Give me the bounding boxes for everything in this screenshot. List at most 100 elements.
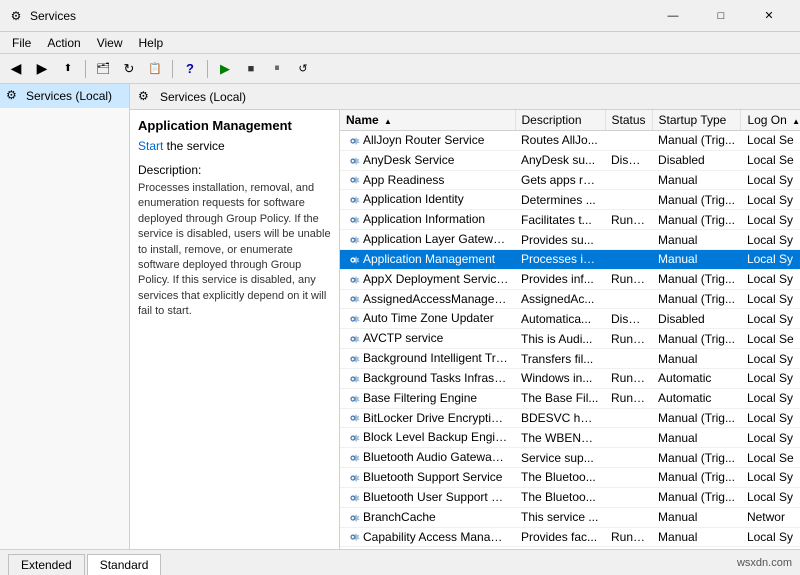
table-row[interactable]: BitLocker Drive Encryption ...BDESVC hos… <box>340 408 800 428</box>
table-row[interactable]: App ReadinessGets apps re...ManualLocal … <box>340 170 800 190</box>
cell-description: Provides inf... <box>515 269 605 289</box>
cell-status: Running <box>605 329 652 349</box>
cell-service-name: Bluetooth Audio Gateway S... <box>340 448 515 468</box>
table-row[interactable]: BranchCacheThis service ...ManualNetwor <box>340 507 800 527</box>
cell-status <box>605 349 652 369</box>
table-row[interactable]: AllJoyn Router ServiceRoutes AllJo...Man… <box>340 131 800 151</box>
cell-startup-type: Manual <box>652 170 741 190</box>
window-icon: ⚙ <box>8 8 24 24</box>
cell-description: Determines ... <box>515 190 605 210</box>
table-row[interactable]: Bluetooth Audio Gateway S...Service sup.… <box>340 448 800 468</box>
back-button[interactable]: ◀ <box>4 58 28 80</box>
cell-logon: Networ <box>741 507 800 527</box>
table-row[interactable]: Background Intelligent Tran...Transfers … <box>340 349 800 369</box>
table-row[interactable]: AssignedAccessManager Se...AssignedAc...… <box>340 289 800 309</box>
table-row[interactable]: Base Filtering EngineThe Base Fil...Runn… <box>340 388 800 408</box>
toolbar-separator-2 <box>172 60 173 78</box>
cell-service-name: Auto Time Zone Updater <box>340 309 515 329</box>
cell-startup-type: Manual <box>652 428 741 448</box>
cell-service-name: Application Layer Gateway ... <box>340 230 515 250</box>
cell-logon: Local Sy <box>741 487 800 507</box>
col-header-logon[interactable]: Log On ▲ <box>741 110 800 131</box>
cell-service-name: App Readiness <box>340 170 515 190</box>
nav-item-services-local[interactable]: ⚙ Services (Local) <box>0 84 129 108</box>
menu-view[interactable]: View <box>89 34 131 52</box>
show-hide-button[interactable]: 🗂 <box>91 58 115 80</box>
cell-service-name: AllJoyn Router Service <box>340 131 515 151</box>
cell-logon: Local Sy <box>741 368 800 388</box>
nav-panel: ⚙ Services (Local) <box>0 84 130 549</box>
cell-logon: Local Sy <box>741 428 800 448</box>
cell-startup-type: Automatic <box>652 368 741 388</box>
cell-startup-type: Manual (Trig... <box>652 408 741 428</box>
col-name-label: Name <box>346 113 379 127</box>
restart-button[interactable]: ↺ <box>291 58 315 80</box>
help-button[interactable]: ? <box>178 58 202 80</box>
table-row[interactable]: Background Tasks Infrastru...Windows in.… <box>340 368 800 388</box>
table-row[interactable]: Application InformationFacilitates t...R… <box>340 210 800 230</box>
tab-standard[interactable]: Standard <box>87 554 162 575</box>
col-header-name[interactable]: Name ▲ <box>340 110 515 131</box>
cell-startup-type: Manual <box>652 527 741 547</box>
cell-service-name: Bluetooth User Support Ser... <box>340 487 515 507</box>
cell-status: Running <box>605 527 652 547</box>
col-header-description[interactable]: Description <box>515 110 605 131</box>
export-button[interactable]: 📋 <box>143 58 167 80</box>
cell-description: AssignedAc... <box>515 289 605 309</box>
minimize-button[interactable]: — <box>650 0 696 32</box>
cell-logon: Local Se <box>741 150 800 170</box>
col-status-label: Status <box>612 113 646 127</box>
table-row[interactable]: Block Level Backup Engine ...The WBENG..… <box>340 428 800 448</box>
table-row[interactable]: AVCTP serviceThis is Audi...RunningManua… <box>340 329 800 349</box>
table-row[interactable]: Capability Access Manager ...Provides fa… <box>340 527 800 547</box>
cell-status <box>605 507 652 527</box>
cell-startup-type: Manual (Trig... <box>652 329 741 349</box>
cell-status: Running <box>605 368 652 388</box>
menu-file[interactable]: File <box>4 34 39 52</box>
menu-bar: File Action View Help <box>0 32 800 54</box>
col-header-startup[interactable]: Startup Type <box>652 110 741 131</box>
cell-startup-type: Manual (Trig... <box>652 210 741 230</box>
cell-status <box>605 448 652 468</box>
pause-button[interactable]: ⏸ <box>265 58 289 80</box>
cell-logon: Local Sy <box>741 269 800 289</box>
table-row[interactable]: AnyDesk ServiceAnyDesk su...DisabledDisa… <box>340 150 800 170</box>
cell-startup-type: Disabled <box>652 150 741 170</box>
cell-service-name: Background Intelligent Tran... <box>340 349 515 369</box>
table-row[interactable]: Application Layer Gateway ...Provides su… <box>340 230 800 250</box>
table-scroll-area[interactable]: Name ▲ Description Status <box>340 110 800 549</box>
table-row[interactable]: Bluetooth User Support Ser...The Bluetoo… <box>340 487 800 507</box>
toolbar-separator-1 <box>85 60 86 78</box>
cell-startup-type: Automatic <box>652 388 741 408</box>
menu-action[interactable]: Action <box>39 34 88 52</box>
cell-status <box>605 190 652 210</box>
cell-status <box>605 230 652 250</box>
services-table: Name ▲ Description Status <box>340 110 800 547</box>
cell-service-name: BranchCache <box>340 507 515 527</box>
up-button[interactable]: ⬆ <box>56 58 80 80</box>
cell-service-name: Background Tasks Infrastru... <box>340 368 515 388</box>
cell-status <box>605 428 652 448</box>
table-row[interactable]: AppX Deployment Service (...Provides inf… <box>340 269 800 289</box>
bottom-bar: Extended Standard wsxdn.com <box>0 549 800 575</box>
table-row[interactable]: Application ManagementProcesses in...Man… <box>340 249 800 269</box>
table-row[interactable]: Application IdentityDetermines ...Manual… <box>340 190 800 210</box>
close-button[interactable]: ✕ <box>746 0 792 32</box>
play-button[interactable]: ▶ <box>213 58 237 80</box>
table-row[interactable]: Auto Time Zone UpdaterAutomatica...Disab… <box>340 309 800 329</box>
split-area: Application Management Start the service… <box>130 110 800 549</box>
cell-description: Processes in... <box>515 249 605 269</box>
forward-button[interactable]: ▶ <box>30 58 54 80</box>
cell-startup-type: Manual (Trig... <box>652 190 741 210</box>
tab-extended[interactable]: Extended <box>8 554 85 575</box>
cell-status <box>605 408 652 428</box>
table-row[interactable]: Bluetooth Support ServiceThe Bluetoo...M… <box>340 468 800 488</box>
sort-arrow-name: ▲ <box>384 117 392 126</box>
col-header-status[interactable]: Status <box>605 110 652 131</box>
refresh-button[interactable]: ↻ <box>117 58 141 80</box>
menu-help[interactable]: Help <box>131 34 172 52</box>
stop-button[interactable]: ■ <box>239 58 263 80</box>
cell-status: Running <box>605 210 652 230</box>
start-service-link[interactable]: Start <box>138 139 163 153</box>
maximize-button[interactable]: □ <box>698 0 744 32</box>
